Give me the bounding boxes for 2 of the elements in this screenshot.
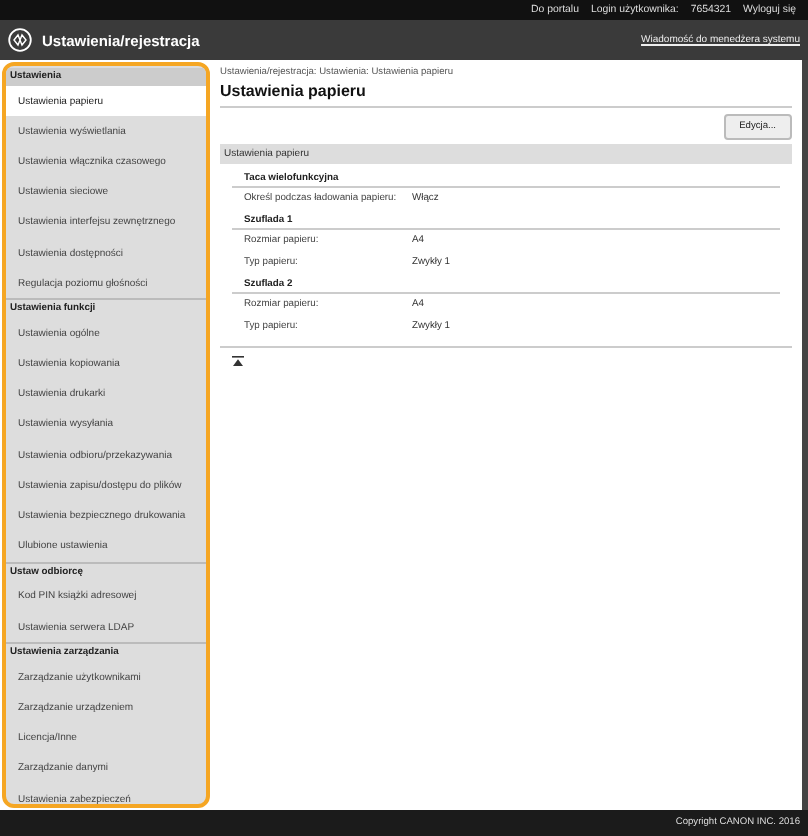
page-title: Ustawienia papieru [220,82,368,100]
back-to-top-icon[interactable] [232,356,244,366]
